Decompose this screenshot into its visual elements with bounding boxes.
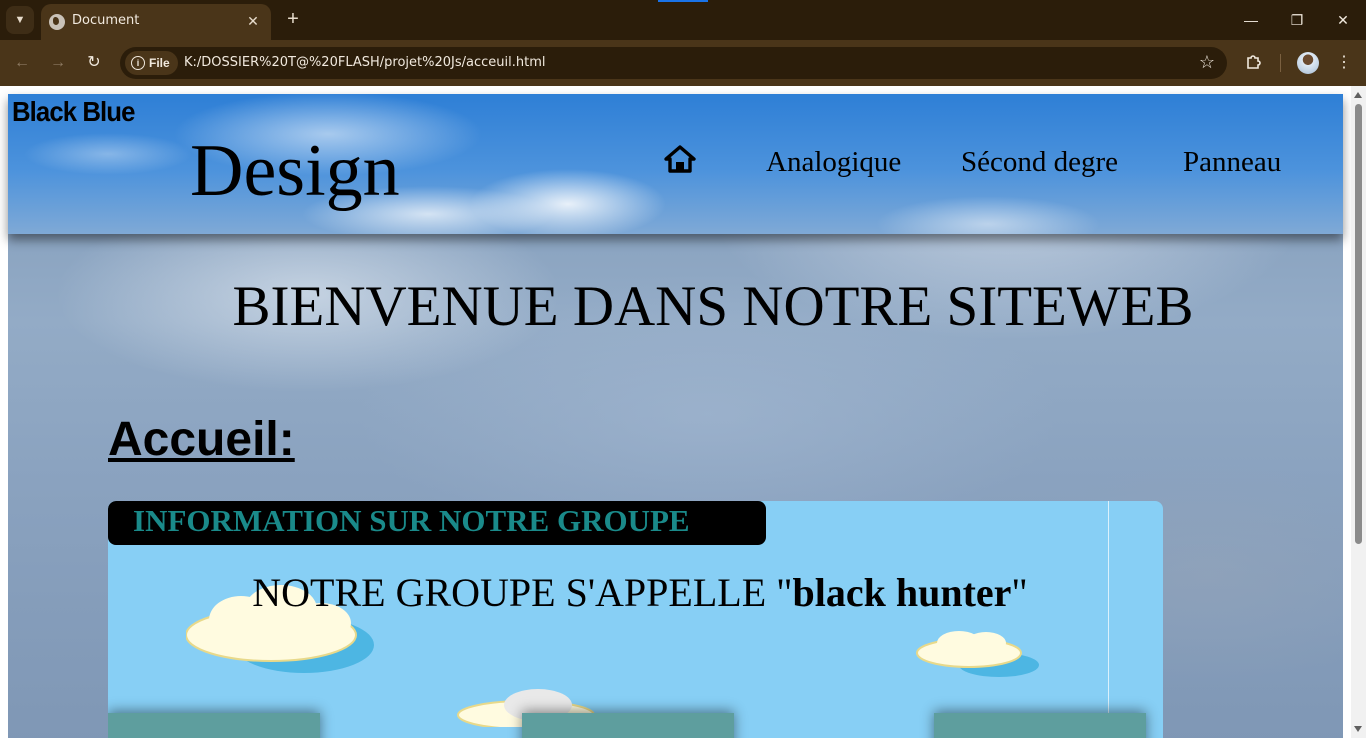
arrow-right-icon[interactable]: → — [46, 51, 70, 75]
home-icon[interactable] — [663, 144, 697, 174]
group-info-card: INFORMATION SUR NOTRE GROUPE NOTRE GROUP… — [108, 501, 1163, 738]
kebab-menu-icon[interactable]: ⋮ — [1333, 52, 1355, 74]
browser-toolbar: ← → ↻ i File K:/DOSSIER%20T@%20FLASH/pro… — [0, 40, 1366, 86]
brand-small: Black Blue — [12, 96, 135, 127]
card-divider — [1108, 501, 1109, 738]
restore-icon[interactable]: ❐ — [1274, 6, 1320, 34]
scrollbar-thumb[interactable] — [1355, 104, 1362, 544]
group-name: black hunter — [792, 570, 1012, 615]
tab-title: Document — [72, 13, 140, 28]
info-icon: i — [131, 56, 145, 70]
card-title: INFORMATION SUR NOTRE GROUPE — [133, 503, 690, 538]
page-scrollbar[interactable] — [1351, 86, 1366, 738]
window-close-icon[interactable]: ✕ — [1320, 6, 1366, 34]
card-header: INFORMATION SUR NOTRE GROUPE — [108, 501, 766, 545]
tab-search-button[interactable]: ▼ — [6, 6, 34, 34]
site-info-chip[interactable]: i File — [125, 51, 178, 75]
member-box — [522, 713, 734, 738]
avatar[interactable] — [1297, 52, 1319, 74]
page-viewport: Black Blue Design Analogique Sécond degr… — [0, 86, 1366, 738]
cloud-image — [916, 631, 1039, 677]
tab-accent — [658, 0, 708, 2]
nav-link-analogique[interactable]: Analogique — [766, 146, 901, 179]
page-heading: Accueil: — [108, 413, 295, 466]
group-suffix: " — [1011, 570, 1028, 615]
toolbar-divider — [1280, 54, 1281, 72]
nav-link-second-degre[interactable]: Sécond degre — [961, 146, 1118, 179]
member-box — [108, 713, 320, 738]
address-bar[interactable]: i File K:/DOSSIER%20T@%20FLASH/projet%20… — [120, 47, 1227, 79]
page-background: Black Blue Design Analogique Sécond degr… — [8, 94, 1343, 738]
brand-logo-text: Design — [190, 130, 400, 212]
site-chip-label: File — [149, 56, 170, 70]
puzzle-icon[interactable] — [1243, 52, 1265, 74]
welcome-title: BIENVENUE DANS NOTRE SITEWEB — [232, 275, 1194, 338]
globe-icon — [49, 14, 65, 30]
plus-icon[interactable]: + — [282, 8, 304, 30]
nav-link-panneau[interactable]: Panneau — [1183, 146, 1281, 179]
group-name-line: NOTRE GROUPE S'APPELLE "black hunter" — [108, 569, 1163, 616]
url-text[interactable]: K:/DOSSIER%20T@%20FLASH/projet%20Js/acce… — [184, 55, 545, 70]
site-header: Black Blue Design Analogique Sécond degr… — [8, 94, 1343, 234]
minimize-icon[interactable]: — — [1228, 6, 1274, 34]
tab-document[interactable]: Document ✕ — [41, 4, 271, 40]
scroll-down-icon[interactable] — [1354, 726, 1362, 732]
arrow-left-icon[interactable]: ← — [10, 51, 34, 75]
star-icon[interactable]: ☆ — [1199, 52, 1215, 73]
group-prefix: NOTRE GROUPE S'APPELLE " — [252, 570, 793, 615]
reload-icon[interactable]: ↻ — [82, 51, 106, 75]
member-box — [934, 713, 1146, 738]
close-icon[interactable]: ✕ — [243, 11, 263, 31]
scroll-up-icon[interactable] — [1354, 92, 1362, 98]
tab-strip: ▼ Document ✕ + — ❐ ✕ — [0, 0, 1366, 40]
chevron-down-icon: ▼ — [14, 14, 26, 26]
